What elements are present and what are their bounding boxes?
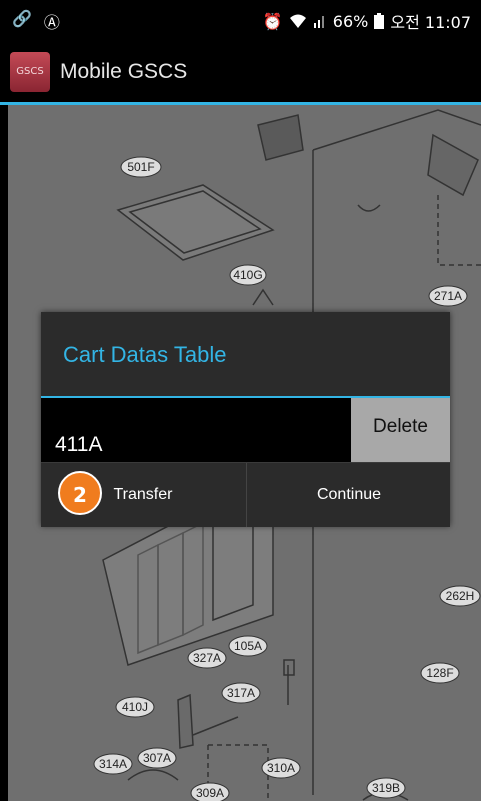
battery-icon — [374, 13, 385, 29]
cart-dialog: Cart Datas Table 411A Delete Transfer Co… — [41, 312, 450, 527]
dialog-title: Cart Datas Table — [63, 342, 227, 367]
part-code: 411A — [55, 433, 103, 456]
app-title: Mobile GSCS — [60, 60, 188, 83]
battery-percent: 66% — [332, 11, 369, 31]
part-label: 309A — [190, 782, 230, 801]
part-label-text: 501F — [127, 160, 154, 174]
wifi-icon — [289, 14, 306, 28]
part-label-text: 307A — [143, 751, 171, 765]
part-label-text: 410G — [233, 268, 262, 282]
part-label-text: 314A — [99, 757, 127, 771]
part-label: 271A — [428, 285, 468, 307]
part-label: 327A — [187, 647, 227, 669]
part-label-text: 327A — [193, 651, 221, 665]
part-label: 128F — [420, 662, 460, 684]
part-label-text: 410J — [122, 700, 148, 714]
delete-button[interactable]: Delete — [351, 398, 450, 462]
part-label: 314A — [93, 753, 133, 775]
dialog-buttons: Transfer Continue 2 — [41, 462, 450, 527]
clock: 오전 11:07 — [390, 13, 471, 32]
part-label: 410G — [229, 264, 267, 286]
signal-icon — [313, 16, 324, 28]
part-label: 319B — [366, 777, 406, 799]
part-label: 310A — [261, 757, 301, 779]
part-label: 410J — [115, 696, 155, 718]
link-icon: 🔗 — [12, 9, 32, 28]
part-label-text: 319B — [372, 781, 400, 795]
part-label: 105A — [228, 635, 268, 657]
part-label: 307A — [137, 747, 177, 769]
part-label-text: 317A — [227, 686, 255, 700]
part-label-text: 105A — [234, 639, 262, 653]
app-logo: GSCS — [10, 52, 50, 92]
step-badge: 2 — [58, 471, 102, 515]
part-label: 317A — [221, 682, 261, 704]
status-bar: 🔗 Ⓐ ⏰ 66% 오전 11:07 — [0, 0, 481, 40]
part-label-text: 309A — [196, 786, 224, 800]
part-label-text: 271A — [434, 289, 462, 303]
cart-row: 411A Delete — [41, 398, 450, 462]
accessibility-icon: Ⓐ — [43, 13, 60, 32]
part-label-text: 128F — [426, 666, 453, 680]
part-label-text: 310A — [267, 761, 295, 775]
app-bar: GSCS Mobile GSCS — [0, 40, 481, 105]
part-label: 262H — [439, 585, 481, 607]
continue-button[interactable]: Continue — [246, 463, 451, 527]
part-label: 501F — [120, 156, 162, 178]
alarm-icon: ⏰ — [262, 11, 283, 31]
part-label-text: 262H — [446, 589, 475, 603]
